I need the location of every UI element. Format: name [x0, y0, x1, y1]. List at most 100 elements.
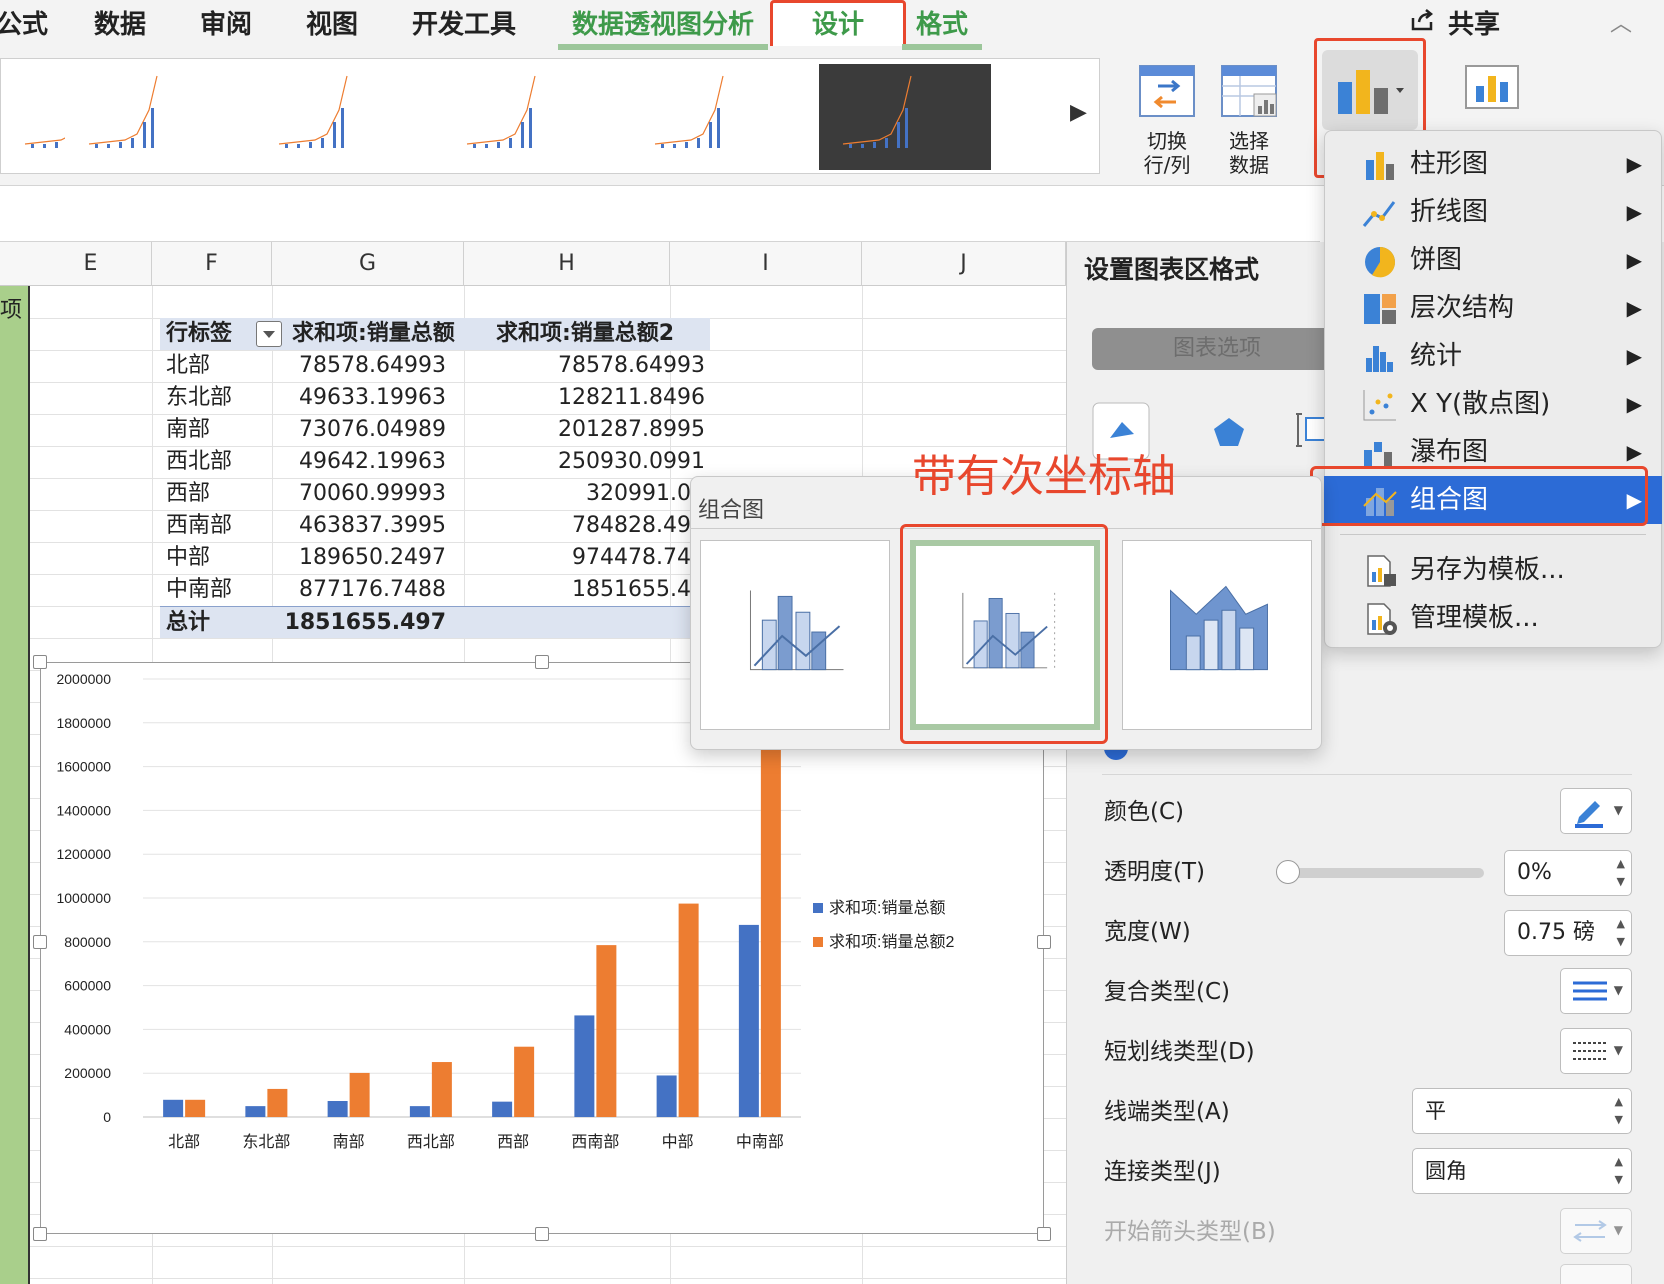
- share-icon[interactable]: [1410, 8, 1436, 32]
- pivot-total-row[interactable]: 总计 1851655.497: [160, 606, 710, 638]
- ribbon-tab[interactable]: 格式: [901, 4, 983, 50]
- x-tick-label: 北部: [168, 1133, 200, 1151]
- menu-manage-templates[interactable]: 管理模板...: [1324, 594, 1662, 642]
- gallery-next-icon[interactable]: ▶: [1070, 100, 1087, 125]
- collapse-ribbon-icon[interactable]: ︿: [1610, 6, 1632, 38]
- switch-row-col-button[interactable]: 切换 行/列: [1132, 64, 1202, 177]
- chart-resize-handle[interactable]: [535, 1227, 549, 1241]
- switch-row-col-icon: [1139, 65, 1195, 117]
- select-arrows-icon: ▲ ▼: [1614, 1095, 1623, 1126]
- chart-resize-handle[interactable]: [1037, 1227, 1051, 1241]
- menu-item-scatter-chart[interactable]: X Y(散点图) ▶: [1324, 380, 1662, 428]
- pivot-cell: 西南部: [166, 513, 233, 538]
- ribbon-tab[interactable]: 设计: [812, 4, 864, 41]
- column-header-row: E F G H I J: [0, 242, 1066, 286]
- menu-item-pie-chart[interactable]: 饼图 ▶: [1324, 236, 1662, 284]
- y-tick-label: 2000000: [56, 671, 111, 687]
- color-picker-button[interactable]: ▼: [1560, 788, 1632, 834]
- dash-type-dropdown[interactable]: ▼: [1560, 1028, 1632, 1074]
- chart-style-thumbnail[interactable]: [631, 64, 803, 170]
- column-header-i[interactable]: I: [670, 242, 862, 286]
- ribbon-tab[interactable]: 数据: [94, 4, 146, 41]
- transparency-input[interactable]: 0% ▲ ▼: [1504, 850, 1632, 896]
- chart-resize-handle[interactable]: [33, 935, 47, 949]
- pivot-row[interactable]: 中南部 877176.7488 1851655.49: [160, 574, 710, 606]
- transparency-slider-knob[interactable]: [1276, 860, 1300, 884]
- pivot-cell: 784828.498: [572, 513, 705, 538]
- column-header-f[interactable]: F: [152, 242, 272, 286]
- begin-arrow-dropdown[interactable]: ▼: [1560, 1208, 1632, 1254]
- combo-option-clustered-line[interactable]: [700, 540, 890, 730]
- ribbon-tab[interactable]: 数据透视图分析: [557, 4, 769, 50]
- column-header-h[interactable]: H: [464, 242, 670, 286]
- y-tick-label: 200000: [64, 1065, 111, 1081]
- pivot-row[interactable]: 西部 70060.99993 320991.09: [160, 478, 710, 510]
- menu-item-label: 层次结构: [1410, 293, 1515, 323]
- menu-item-line-chart[interactable]: 折线图 ▶: [1324, 188, 1662, 236]
- pivot-row[interactable]: 南部 73076.04989 201287.8995: [160, 414, 710, 446]
- formula-bar[interactable]: [0, 186, 1320, 242]
- pivot-cell: 东北部: [166, 385, 233, 410]
- chart-style-thumbnail[interactable]: [65, 64, 237, 170]
- pivot-row[interactable]: 北部 78578.64993 78578.64993: [160, 350, 710, 382]
- row-label-filter-button[interactable]: [256, 321, 282, 347]
- pivot-cell: 128211.8496: [558, 385, 705, 410]
- pivot-cell: 201287.8995: [558, 417, 705, 442]
- chart-resize-handle[interactable]: [535, 655, 549, 669]
- combo-option-stacked-area[interactable]: [1122, 540, 1312, 730]
- pivot-cell: 78578.64993: [299, 353, 446, 378]
- transparency-value: 0%: [1517, 860, 1552, 885]
- ribbon-tab[interactable]: 公式: [0, 4, 48, 41]
- width-input[interactable]: 0.75 磅 ▲ ▼: [1504, 910, 1632, 956]
- menu-item-label: 折线图: [1410, 197, 1489, 227]
- pivot-row[interactable]: 西南部 463837.3995 784828.498: [160, 510, 710, 542]
- cap-type-select[interactable]: 平 ▲ ▼: [1412, 1088, 1632, 1134]
- pivot-header-row[interactable]: 行标签 求和项:销量总额 求和项:销量总额2: [160, 318, 710, 350]
- pane-title: 设置图表区格式: [1084, 255, 1260, 284]
- stepper-icon[interactable]: ▲ ▼: [1617, 915, 1625, 951]
- column-header-g[interactable]: G: [272, 242, 464, 286]
- submenu-arrow-icon: ▶: [1626, 296, 1642, 320]
- begin-arrow-label: 开始箭头类型(B): [1104, 1219, 1276, 1245]
- effects-icon[interactable]: [1200, 402, 1258, 460]
- chart-style-thumbnail[interactable]: [1, 64, 94, 170]
- pivot-cell: 中部: [166, 545, 211, 570]
- pivot-cell: 49633.19963: [299, 385, 446, 410]
- ribbon-tab[interactable]: 视图: [306, 4, 358, 41]
- column-header-e[interactable]: E: [30, 242, 152, 286]
- chart-style-thumbnail[interactable]: [819, 64, 991, 170]
- pivot-row[interactable]: 中部 189650.2497 974478.748: [160, 542, 710, 574]
- pivot-row[interactable]: 西北部 49642.19963 250930.0991: [160, 446, 710, 478]
- column-header-j[interactable]: J: [862, 242, 1066, 286]
- chart-resize-handle[interactable]: [1037, 935, 1051, 949]
- chart-options-tab[interactable]: 图表选项: [1092, 328, 1342, 370]
- scatter-chart-icon: [1363, 390, 1396, 421]
- share-button[interactable]: 共享: [1448, 4, 1500, 41]
- menu-save-template[interactable]: 另存为模板...: [1324, 546, 1662, 594]
- select-data-button[interactable]: 选择 数据: [1214, 64, 1284, 177]
- join-type-select[interactable]: 圆角 ▲ ▼: [1412, 1148, 1632, 1194]
- compound-type-dropdown[interactable]: ▼: [1560, 968, 1632, 1014]
- menu-item-column-chart[interactable]: 柱形图 ▶: [1324, 140, 1662, 188]
- chart-style-thumbnail[interactable]: [443, 64, 615, 170]
- pivot-row[interactable]: 东北部 49633.19963 128211.8496: [160, 382, 710, 414]
- manage-templates-label: 管理模板...: [1410, 603, 1539, 633]
- stepper-icon[interactable]: ▲ ▼: [1617, 855, 1625, 891]
- x-tick-label: 南部: [333, 1133, 365, 1151]
- gridline: [30, 1246, 1066, 1247]
- ribbon-tab[interactable]: 开发工具: [412, 4, 516, 41]
- chart-style-thumbnail[interactable]: [255, 64, 427, 170]
- chart-layout-icon[interactable]: [1464, 64, 1520, 116]
- ribbon-tab[interactable]: 审阅: [200, 4, 252, 41]
- chart-style-preview: [654, 75, 724, 148]
- bar: [267, 1088, 288, 1117]
- y-tick-label: 0: [103, 1109, 111, 1125]
- x-tick-label: 东北部: [242, 1133, 290, 1151]
- menu-item-statistic-chart[interactable]: 统计 ▶: [1324, 332, 1662, 380]
- chart-resize-handle[interactable]: [33, 1227, 47, 1241]
- bar: [431, 1062, 452, 1117]
- chart-resize-handle[interactable]: [33, 655, 47, 669]
- transparency-slider[interactable]: [1288, 868, 1484, 878]
- begin-arrow-size-dropdown[interactable]: [1560, 1264, 1632, 1284]
- menu-item-hierarchy-chart[interactable]: 层次结构 ▶: [1324, 284, 1662, 332]
